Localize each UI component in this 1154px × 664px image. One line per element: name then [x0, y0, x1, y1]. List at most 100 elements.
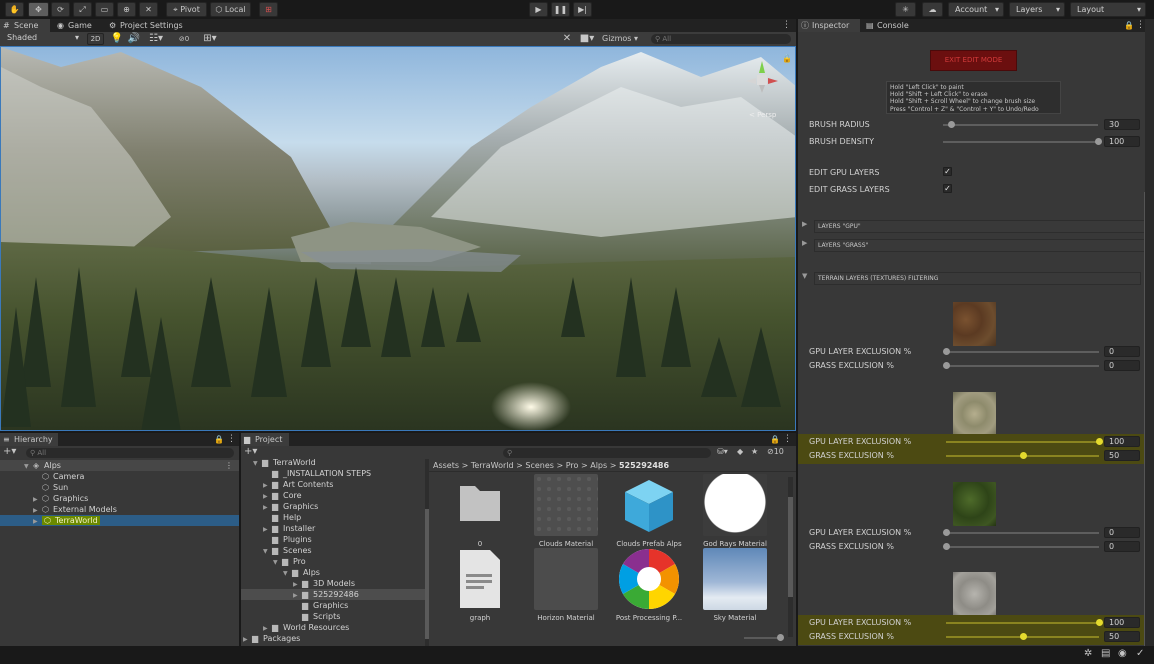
- edit-gpu-layers-checkbox[interactable]: ✓: [943, 167, 952, 176]
- brush-radius-slider[interactable]: [943, 124, 1098, 126]
- hierarchy-item[interactable]: ▶ ⬡ External Models: [0, 504, 239, 515]
- breadcrumb-item[interactable]: 525292486: [619, 461, 669, 470]
- shading-dropdown[interactable]: Shaded: [1, 33, 83, 45]
- gpu-exclusion-field[interactable]: 100: [1104, 436, 1140, 447]
- zoom-slider[interactable]: [744, 634, 784, 641]
- account-dropdown[interactable]: Account: [948, 2, 1004, 17]
- gpu-exclusion-knob[interactable]: [943, 529, 950, 536]
- lock-icon[interactable]: 🔒: [782, 54, 792, 63]
- brush-density-knob[interactable]: [1095, 138, 1102, 145]
- brush-density-slider[interactable]: [943, 141, 1098, 143]
- tree-item[interactable]: ▆ Scripts: [293, 611, 340, 622]
- asset-item[interactable]: graph: [445, 548, 515, 622]
- pause-button[interactable]: ❚❚: [551, 2, 570, 17]
- orientation-gizmo[interactable]: [742, 57, 782, 107]
- more-icon[interactable]: ⋮: [227, 433, 236, 446]
- hierarchy-search-input[interactable]: ⚲ All: [26, 448, 234, 458]
- rotate-tool-button[interactable]: ⟳: [51, 2, 70, 17]
- custom-tool-button[interactable]: ✕: [139, 2, 158, 17]
- tree-item[interactable]: ▼ ▆ Scenes: [263, 545, 312, 556]
- tree-item[interactable]: ▼ ▆ TerraWorld: [253, 459, 316, 468]
- breadcrumb-item[interactable]: Scenes: [525, 461, 554, 470]
- breadcrumb-item[interactable]: Alps: [590, 461, 607, 470]
- local-toggle[interactable]: ⬡ Local: [210, 2, 251, 17]
- more-icon[interactable]: ⋮: [1136, 19, 1145, 32]
- asset-item[interactable]: Horizon Material: [531, 548, 601, 622]
- progress-icon[interactable]: ◉: [1118, 648, 1127, 659]
- foldout-arrow-icon[interactable]: ▶: [802, 220, 807, 228]
- grass-exclusion-field[interactable]: 50: [1104, 631, 1140, 642]
- cloud-button[interactable]: ☁: [922, 2, 943, 17]
- grass-exclusion-knob[interactable]: [1019, 633, 1027, 640]
- foldout-terrain-filtering[interactable]: TERRAIN LAYERS (TEXTURES) FILTERING: [814, 272, 1141, 285]
- assets-scrollbar[interactable]: [788, 477, 793, 637]
- tab-scene[interactable]: # Scene: [0, 19, 50, 32]
- breadcrumb-item[interactable]: Pro: [566, 461, 579, 470]
- tools-icon[interactable]: ✕: [560, 32, 574, 46]
- asset-item[interactable]: Clouds Material: [531, 474, 601, 548]
- layers-dropdown[interactable]: Layers: [1009, 2, 1065, 17]
- tree-item-selected[interactable]: ▶ ▆ 525292486: [241, 589, 425, 600]
- add-object-button[interactable]: +▾: [3, 447, 16, 457]
- favorite-icon[interactable]: ★: [751, 447, 758, 456]
- tab-hierarchy[interactable]: ≡ Hierarchy: [0, 433, 58, 446]
- foldout-arrow-icon[interactable]: ▼: [802, 272, 807, 280]
- grass-exclusion-field[interactable]: 50: [1104, 450, 1140, 461]
- exit-edit-mode-button[interactable]: EXIT EDIT MODE: [930, 50, 1017, 71]
- hierarchy-item[interactable]: ⬡ Sun: [0, 482, 239, 493]
- tree-item[interactable]: ▶ ▆ World Resources: [263, 622, 349, 633]
- cache-icon[interactable]: ▤: [1101, 648, 1110, 659]
- tree-item[interactable]: ▆ _INSTALLATION STEPS: [263, 468, 371, 479]
- grass-exclusion-slider[interactable]: [946, 365, 1099, 367]
- layout-dropdown[interactable]: Layout: [1070, 2, 1146, 17]
- check-icon[interactable]: ✓: [1136, 648, 1144, 659]
- tree-item[interactable]: ▶ ▆ Art Contents: [263, 479, 333, 490]
- grass-exclusion-field[interactable]: 0: [1104, 360, 1140, 371]
- brush-radius-field[interactable]: 30: [1104, 119, 1140, 130]
- hidden-objects-toggle[interactable]: ⊘0: [172, 32, 196, 46]
- tree-scrollbar[interactable]: [425, 459, 429, 646]
- lock-icon[interactable]: 🔒: [214, 433, 224, 446]
- grid-snap-button[interactable]: ⊞: [259, 2, 278, 17]
- grass-exclusion-knob[interactable]: [943, 362, 950, 369]
- more-icon[interactable]: ⋮: [225, 460, 233, 471]
- tab-console[interactable]: ▤ Console: [863, 19, 915, 32]
- brush-radius-knob[interactable]: [947, 121, 955, 128]
- hidden-packages-toggle[interactable]: ⊘10: [767, 447, 784, 456]
- gpu-exclusion-slider[interactable]: [946, 351, 1099, 353]
- tree-item[interactable]: ▆ Plugins: [263, 534, 312, 545]
- foldout-arrow-icon[interactable]: ▶: [802, 239, 807, 247]
- asset-item[interactable]: 0: [445, 474, 515, 548]
- tab-project-settings[interactable]: ⚙ Project Settings: [106, 19, 190, 32]
- move-tool-button[interactable]: ✥: [28, 2, 49, 17]
- gpu-exclusion-knob[interactable]: [1096, 619, 1103, 626]
- gpu-exclusion-knob[interactable]: [943, 348, 950, 355]
- hierarchy-scene-row[interactable]: ▼ ◈ Alps ⋮: [0, 460, 239, 471]
- bug-icon[interactable]: ✲: [1084, 648, 1092, 659]
- gpu-exclusion-knob[interactable]: [1096, 438, 1103, 445]
- more-icon[interactable]: ⋮: [783, 433, 792, 446]
- foldout-gpu-layers[interactable]: LAYERS "GPU": [814, 220, 1145, 233]
- tab-project[interactable]: ▆ Project: [241, 433, 289, 446]
- tab-game[interactable]: ◉ Game: [54, 19, 99, 32]
- lock-icon[interactable]: 🔒: [770, 433, 780, 446]
- lighting-icon[interactable]: 💡: [110, 32, 124, 46]
- transform-tool-button[interactable]: ⊕: [117, 2, 136, 17]
- collab-button[interactable]: ✳: [895, 2, 916, 17]
- pivot-toggle[interactable]: ⌖ Pivot: [166, 2, 207, 17]
- grass-exclusion-knob[interactable]: [943, 543, 950, 550]
- brush-density-field[interactable]: 100: [1104, 136, 1140, 147]
- tree-item[interactable]: ▶ ▆ Core: [263, 490, 302, 501]
- audio-icon[interactable]: 🔊: [127, 32, 141, 46]
- 2d-toggle[interactable]: 2D: [87, 33, 104, 45]
- breadcrumb-item[interactable]: Assets: [433, 461, 459, 470]
- gpu-exclusion-slider[interactable]: [946, 441, 1099, 443]
- inspector-scrollbar-track[interactable]: [1145, 19, 1154, 646]
- hierarchy-item-selected[interactable]: ▶ ⬡ TerraWorld: [0, 515, 239, 526]
- hierarchy-item[interactable]: ⬡ Camera: [0, 471, 239, 482]
- effects-icon[interactable]: ☷▾: [145, 32, 167, 46]
- lock-icon[interactable]: 🔒: [1124, 19, 1134, 32]
- tree-item[interactable]: ▶ ▆ Packages: [243, 633, 300, 644]
- scale-tool-button[interactable]: ⤢: [73, 2, 92, 17]
- scene-viewport[interactable]: < Persp 🔒: [0, 46, 796, 431]
